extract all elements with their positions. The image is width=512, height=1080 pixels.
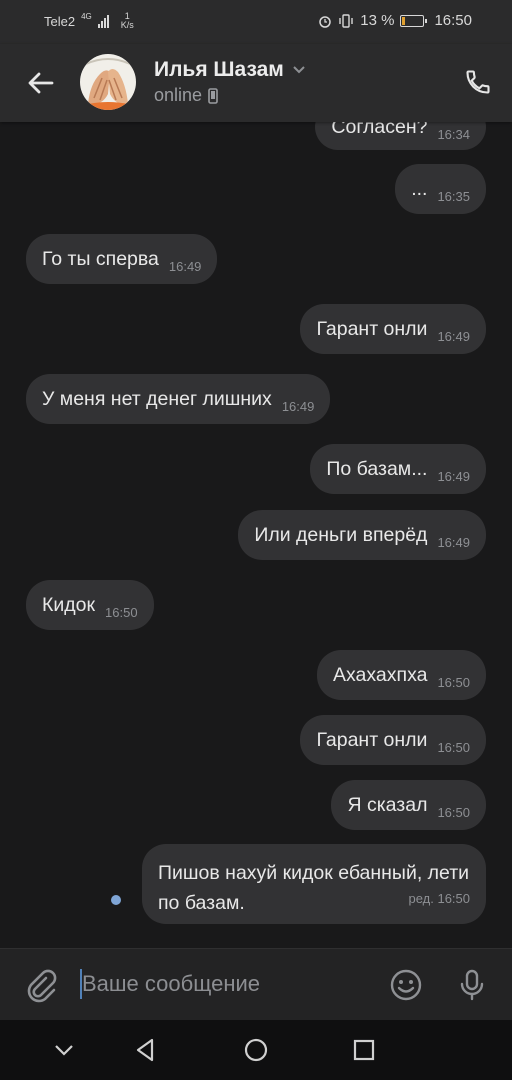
message-text: По базам... (326, 457, 428, 480)
mobile-device-icon (208, 87, 218, 104)
back-arrow-icon[interactable] (24, 66, 58, 100)
message-composer: Ваше сообщение (0, 948, 512, 1021)
network-speed-unit: K/s (120, 20, 134, 30)
chevron-down-icon[interactable] (50, 1036, 78, 1064)
message-time: 16:50 (437, 804, 470, 820)
message-text: Или деньги вперёд (254, 523, 428, 546)
unread-indicator (111, 895, 121, 905)
message-bubble-in[interactable]: Кидок 16:50 (26, 580, 154, 630)
message-bubble-in[interactable]: У меня нет денег лишних 16:49 (26, 374, 331, 424)
message-time: 16:35 (437, 188, 470, 204)
message-time: ред. 16:50 (408, 891, 470, 906)
message-time: 16:49 (168, 258, 202, 274)
carrier-name: Tele2 (44, 13, 76, 29)
message-bubble-out[interactable]: Или деньги вперёд 16:49 (238, 510, 486, 560)
chevron-down-icon[interactable] (292, 65, 306, 75)
microphone-icon[interactable] (454, 967, 490, 1003)
message-time: 16:50 (437, 674, 470, 690)
vibrate-icon (339, 13, 353, 28)
message-text: Я сказал (347, 793, 428, 816)
message-bubble-out[interactable]: Я сказал 16:50 (331, 780, 486, 830)
avatar-image (80, 54, 136, 110)
emoji-icon[interactable] (388, 967, 424, 1003)
message-text: Го ты сперва (42, 247, 159, 270)
message-time: 16:50 (105, 604, 138, 620)
message-text: Кидок (42, 593, 96, 616)
recents-square-icon[interactable] (350, 1036, 378, 1064)
clock: 16:50 (434, 12, 472, 29)
alarm-icon (319, 15, 331, 28)
message-bubble-out[interactable]: Ахахахпха 16:50 (317, 650, 486, 700)
network-type: 4G (81, 11, 92, 21)
message-text: У меня нет денег лишних (42, 387, 272, 410)
contact-name[interactable]: Илья Шазам (154, 58, 284, 82)
message-time: 16:34 (437, 126, 470, 142)
message-text: ... (411, 177, 428, 200)
message-time: 16:49 (281, 398, 315, 414)
system-nav-bar (0, 1020, 512, 1080)
attach-icon[interactable] (22, 967, 58, 1003)
phone-icon[interactable] (464, 68, 492, 96)
message-bubble-out[interactable]: По базам... 16:49 (310, 444, 486, 494)
message-text: Гарант онли (316, 317, 428, 340)
online-status: online (154, 85, 203, 105)
message-time: 16:49 (437, 468, 470, 484)
message-input[interactable]: Ваше сообщение (82, 971, 260, 997)
signal-icon (97, 14, 109, 28)
message-text: Ахахахпха (333, 663, 428, 686)
network-speed: 1 K/s (121, 12, 134, 30)
status-bar: Tele2 4G 1 K/s 13 % 16:50 (0, 0, 512, 44)
message-time: 16:49 (437, 534, 470, 550)
chat-header: Илья Шазам online (0, 44, 512, 122)
message-bubble-out[interactable]: Пишов нахуй кидок ебанный, лети по базам… (142, 844, 486, 924)
message-list[interactable]: Согласен? 16:34 ... 16:35 Го ты сперва 1… (0, 0, 512, 948)
message-bubble-out[interactable]: ... 16:35 (395, 164, 486, 214)
avatar[interactable] (80, 54, 136, 110)
back-triangle-icon[interactable] (132, 1036, 160, 1064)
message-time: 16:49 (437, 328, 470, 344)
message-time: 16:50 (437, 739, 470, 755)
battery-icon (400, 14, 428, 27)
message-bubble-in[interactable]: Го ты сперва 16:49 (26, 234, 218, 284)
battery-percent: 13 % (360, 12, 395, 29)
home-circle-icon[interactable] (242, 1036, 270, 1064)
message-bubble-out[interactable]: Гарант онли 16:49 (300, 304, 486, 354)
message-text: Гарант онли (316, 728, 428, 751)
message-bubble-out[interactable]: Гарант онли 16:50 (300, 715, 486, 765)
